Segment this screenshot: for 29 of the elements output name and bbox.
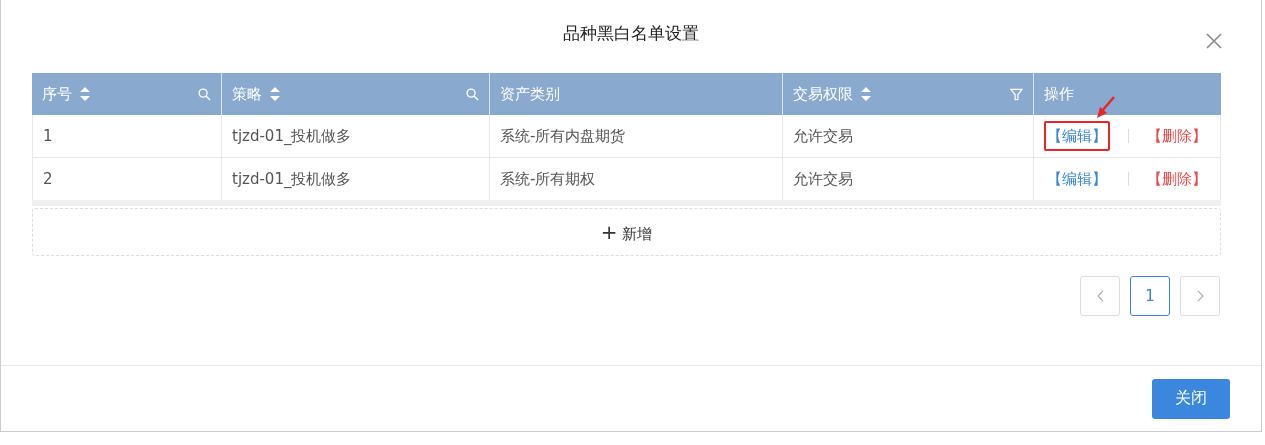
next-page-button[interactable] xyxy=(1180,276,1220,316)
page-button[interactable]: 1 xyxy=(1130,276,1170,316)
chevron-right-icon xyxy=(1196,290,1204,302)
filter-icon[interactable] xyxy=(1010,87,1023,101)
close-button[interactable]: 关闭 xyxy=(1152,378,1230,419)
table-cell: tjzd-01_投机做多 xyxy=(222,115,490,157)
sort-icon[interactable] xyxy=(270,87,280,101)
search-icon[interactable] xyxy=(198,87,211,101)
sort-icon[interactable] xyxy=(80,87,90,101)
add-button[interactable]: + 新增 xyxy=(32,208,1221,256)
column-header: 策略 xyxy=(232,84,262,104)
close-icon[interactable] xyxy=(1206,33,1222,49)
prev-page-button[interactable] xyxy=(1080,276,1120,316)
dialog-title: 品种黑白名单设置 xyxy=(563,22,699,45)
table-cell: 系统-所有内盘期货 xyxy=(490,115,783,157)
edit-link[interactable]: 【编辑】 xyxy=(1044,120,1110,151)
column-header: 资产类别 xyxy=(500,84,560,104)
column-header: 交易权限 xyxy=(793,84,853,104)
delete-link[interactable]: 【删除】 xyxy=(1147,126,1207,146)
column-header: 操作 xyxy=(1044,84,1074,104)
column-header: 序号 xyxy=(42,84,72,104)
table-cell: 允许交易 xyxy=(783,115,1034,157)
delete-link[interactable]: 【删除】 xyxy=(1147,169,1207,189)
table-cell: 1 xyxy=(32,115,222,157)
chevron-left-icon xyxy=(1096,290,1104,302)
edit-link[interactable]: 【编辑】 xyxy=(1044,163,1110,194)
search-icon[interactable] xyxy=(466,87,479,101)
annotation-arrow xyxy=(1096,95,1116,120)
sort-icon[interactable] xyxy=(861,87,871,101)
